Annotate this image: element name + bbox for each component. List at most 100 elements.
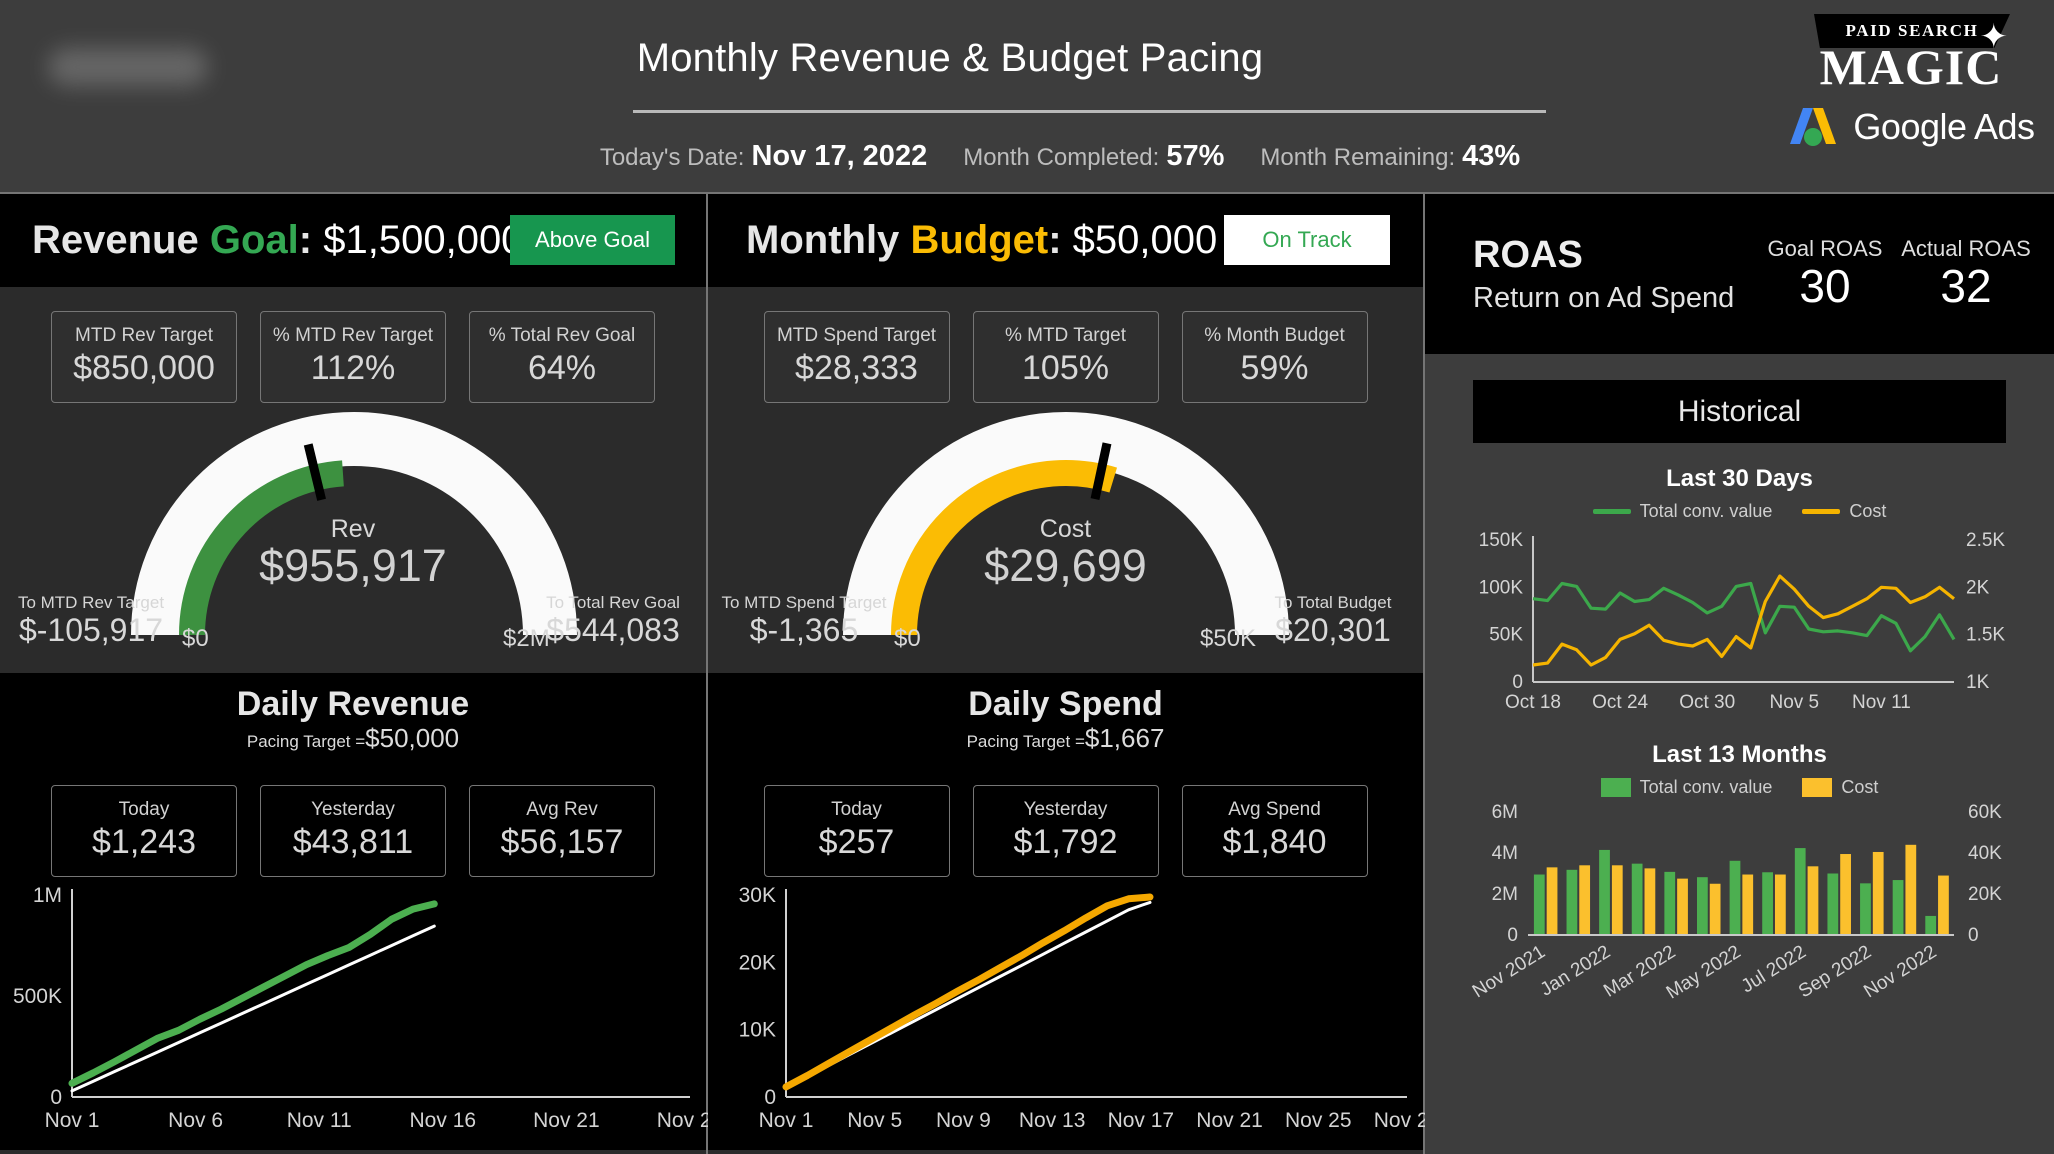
to-mtd-rev-target: To MTD Rev Target $-105,917	[6, 593, 176, 648]
legend-item-conv-value[interactable]: Total conv. value	[1593, 501, 1773, 522]
to-mtd-spend-target-label: To MTD Spend Target	[710, 593, 898, 613]
revenue-gauge-center: Rev $955,917	[259, 515, 447, 592]
daily-revenue-section: Today $1,243 Yesterday $43,811 Avg Rev $…	[0, 765, 706, 1150]
svg-text:Sep 2022: Sep 2022	[1795, 941, 1875, 1002]
svg-text:0: 0	[1512, 672, 1523, 693]
svg-text:60K: 60K	[1968, 802, 2002, 823]
svg-text:Nov 21: Nov 21	[533, 1109, 600, 1132]
svg-text:500K: 500K	[13, 985, 62, 1008]
kpi-pct-mtd-rev-target: % MTD Rev Target 112%	[260, 311, 446, 403]
budget-gauge-min-tick: $0	[894, 625, 921, 653]
svg-text:30K: 30K	[739, 884, 776, 907]
kpi-rev-yesterday: Yesterday $43,811	[260, 785, 446, 877]
historical-button[interactable]: Historical	[1473, 380, 2006, 443]
revenue-goal-title: Revenue Goal: $1,500,000	[32, 218, 523, 263]
month-remaining: Month Remaining: 43%	[1260, 140, 1520, 173]
last-13-months-chart: 02M4M6M020K40K60KNov 2021Jan 2022Mar 202…	[1425, 798, 2054, 1013]
monthly-budget-band: Monthly Budget: $50,000 On Track	[708, 194, 1423, 287]
svg-text:6M: 6M	[1492, 802, 1518, 823]
svg-text:0: 0	[50, 1086, 62, 1109]
kpi-mtd-spend-target: MTD Spend Target $28,333	[764, 311, 950, 403]
kpi-label: % MTD Rev Target	[273, 326, 433, 347]
daily-revenue-pacing-label: Pacing Target =	[247, 732, 365, 751]
kpi-value: $1,792	[1014, 822, 1118, 863]
kpi-pct-mtd-target: % MTD Target 105%	[973, 311, 1159, 403]
kpi-label: % MTD Target	[1005, 326, 1126, 347]
last-30-days-chart: 050K100K150K1K1.5K2K2.5KOct 18Oct 24Oct …	[1425, 522, 2054, 722]
daily-revenue-prefix: Daily	[237, 685, 318, 723]
actual-roas: Actual ROAS 32	[1891, 236, 2041, 310]
svg-text:Nov 21: Nov 21	[1196, 1109, 1263, 1132]
revenue-gauge-value: $955,917	[259, 540, 447, 592]
legend-label: Cost	[1849, 501, 1886, 522]
svg-text:Nov 5: Nov 5	[847, 1109, 902, 1132]
to-mtd-spend-target-value: $-1,365	[710, 613, 898, 648]
kpi-label: MTD Spend Target	[777, 326, 936, 347]
svg-text:2M: 2M	[1492, 884, 1518, 905]
svg-text:Nov 2022: Nov 2022	[1860, 941, 1940, 1002]
month-remaining-label: Month Remaining:	[1260, 144, 1455, 172]
svg-text:Nov 5: Nov 5	[1769, 692, 1819, 713]
revenue-panel: Revenue Goal: $1,500,000 Above Goal MTD …	[0, 192, 708, 1154]
revenue-status-badge[interactable]: Above Goal	[510, 215, 675, 265]
svg-text:1K: 1K	[1966, 672, 1990, 693]
budget-gauge-center: Cost $29,699	[984, 515, 1147, 592]
legend-item-conv-value[interactable]: Total conv. value	[1601, 777, 1773, 798]
daily-spend-pacing: Pacing Target =$1,667	[967, 723, 1165, 754]
svg-text:10K: 10K	[739, 1019, 776, 1042]
revenue-kpi-row: MTD Rev Target $850,000 % MTD Rev Target…	[0, 287, 706, 403]
svg-text:Nov 17: Nov 17	[1108, 1109, 1175, 1132]
kpi-avg-spend: Avg Spend $1,840	[1182, 785, 1368, 877]
svg-text:Nov 6: Nov 6	[168, 1109, 223, 1132]
svg-text:20K: 20K	[1968, 884, 2002, 905]
svg-text:Nov 16: Nov 16	[410, 1109, 477, 1132]
legend-label: Total conv. value	[1640, 777, 1773, 798]
roas-title: ROAS	[1473, 234, 1583, 277]
monthly-budget-colon: :	[1048, 218, 1061, 262]
svg-text:0: 0	[1968, 925, 1979, 946]
page-title: Monthly Revenue & Budget Pacing	[630, 36, 1270, 81]
budget-status-badge[interactable]: On Track	[1224, 215, 1390, 265]
kpi-pct-total-rev-goal: % Total Rev Goal 64%	[469, 311, 655, 403]
svg-text:1M: 1M	[33, 884, 62, 907]
svg-text:Nov 13: Nov 13	[1019, 1109, 1086, 1132]
svg-text:2K: 2K	[1966, 577, 1990, 598]
kpi-value: 105%	[1022, 348, 1109, 389]
monthly-budget-title: Monthly Budget: $50,000	[746, 218, 1217, 263]
legend-item-cost[interactable]: Cost	[1802, 501, 1886, 522]
legend-item-cost[interactable]: Cost	[1802, 777, 1878, 798]
daily-spend-chart: 010K20K30KNov 1Nov 5Nov 9Nov 13Nov 17Nov…	[708, 877, 1425, 1145]
daily-revenue-chart: 0500K1MNov 1Nov 6Nov 11Nov 16Nov 21Nov 2…	[0, 877, 708, 1145]
kpi-label: Yesterday	[311, 800, 395, 821]
svg-text:0: 0	[1507, 925, 1518, 946]
daily-spend-section: Today $257 Yesterday $1,792 Avg Spend $1…	[708, 765, 1423, 1150]
svg-text:Nov 25: Nov 25	[1285, 1109, 1352, 1132]
last-13-months-title: Last 13 Months	[1425, 741, 2054, 769]
goal-roas: Goal ROAS 30	[1755, 236, 1895, 310]
kpi-label: % Total Rev Goal	[489, 326, 635, 347]
revenue-goal-accent: Goal	[210, 218, 299, 262]
daily-spend-title: Daily Spend	[968, 685, 1163, 724]
title-divider	[633, 110, 1546, 113]
goal-roas-label: Goal ROAS	[1755, 236, 1895, 262]
legend-label: Total conv. value	[1640, 501, 1773, 522]
header-meta: Today's Date: Nov 17, 2022 Month Complet…	[560, 140, 1560, 180]
svg-text:0: 0	[764, 1086, 776, 1109]
svg-text:Oct 24: Oct 24	[1592, 692, 1648, 713]
kpi-value: $28,333	[795, 348, 918, 389]
goal-roas-value: 30	[1755, 262, 1895, 310]
svg-text:Nov 2021: Nov 2021	[1469, 941, 1549, 1002]
to-mtd-spend-target: To MTD Spend Target $-1,365	[710, 593, 898, 648]
kpi-label: MTD Rev Target	[75, 326, 213, 347]
kpi-value: 64%	[528, 348, 596, 389]
daily-revenue-pacing-value: $50,000	[365, 723, 459, 753]
roas-summary: ROAS Return on Ad Spend Goal ROAS 30 Act…	[1425, 194, 2054, 354]
svg-text:May 2022: May 2022	[1663, 941, 1745, 1003]
monthly-budget-prefix: Monthly	[746, 218, 899, 262]
svg-text:Nov 11: Nov 11	[287, 1109, 352, 1132]
last-30-days-title: Last 30 Days	[1425, 465, 2054, 493]
actual-roas-label: Actual ROAS	[1891, 236, 2041, 262]
legend-label: Cost	[1841, 777, 1878, 798]
kpi-value: $850,000	[73, 348, 215, 389]
monthly-budget-amount: $50,000	[1073, 218, 1218, 262]
